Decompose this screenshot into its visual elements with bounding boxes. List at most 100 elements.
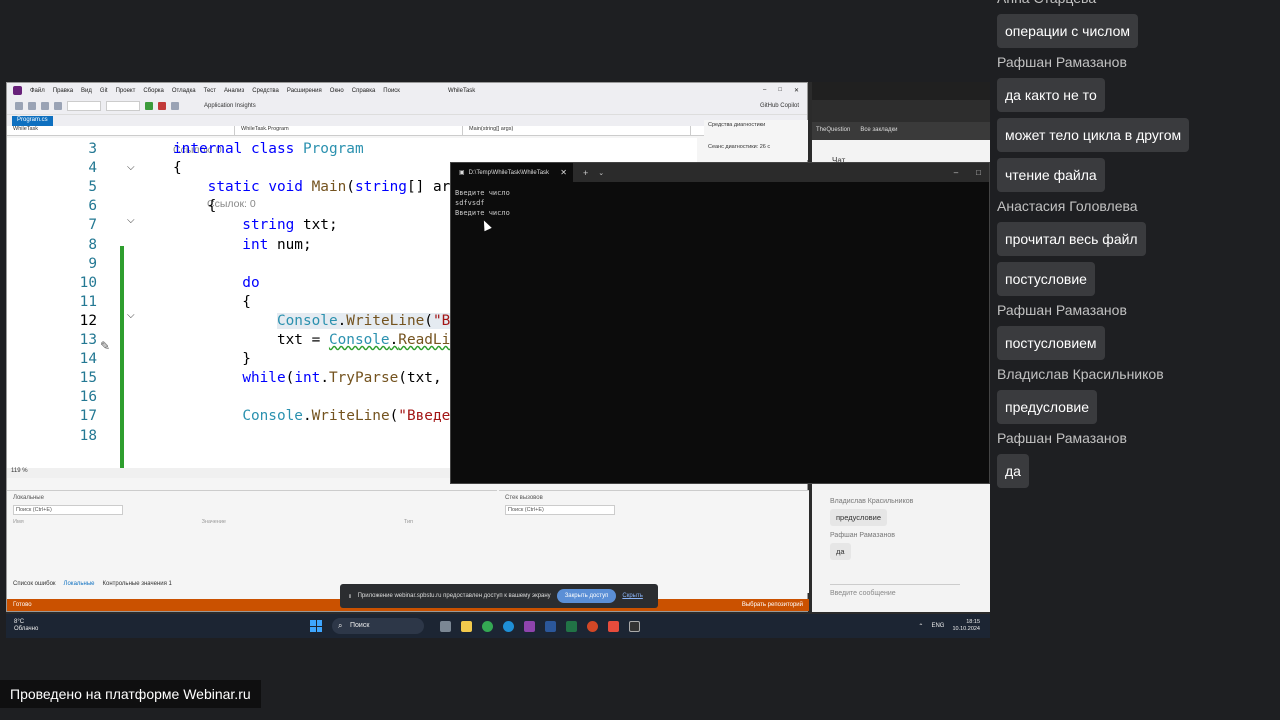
restart-icon[interactable] [171,102,179,110]
terminal-window[interactable]: ▣ D:\Temp\WhileTask\WhileTask ✕ + ⌄ – □ В… [450,162,990,484]
tab-locals[interactable]: Локальные [64,581,95,593]
menu-item[interactable]: Сборка [143,88,164,94]
weather-widget[interactable]: 8°C Облачно [14,619,74,633]
terminal-app-icon[interactable] [629,620,640,632]
code-text: Console.WriteLine("Введе [173,407,450,426]
save-icon[interactable] [41,102,49,110]
pdf-icon[interactable] [608,620,619,632]
edge-icon[interactable] [503,620,514,632]
menu-item[interactable]: Вид [81,88,92,94]
menu-item[interactable]: Расширения [287,88,322,94]
menu-item[interactable]: Поиск [383,88,400,94]
minimize-icon[interactable]: – [954,168,958,177]
zoom-level[interactable]: 119 % [11,468,28,474]
vs-window-controls[interactable]: – □ ✕ [763,87,799,94]
bookmark-item[interactable]: TheQuestion [816,127,850,135]
chat-message-bubble: может тело цикла в другом [997,118,1190,152]
bookmarks-all[interactable]: Все закладки [860,127,897,135]
stop-icon[interactable] [158,102,166,110]
terminal-output[interactable]: Введите число sdfvsdf Введите число [451,182,989,224]
line-number: 17 [79,408,97,425]
nav-project[interactable]: WhileTask [7,126,235,135]
callstack-search-input[interactable]: Поиск (Ctrl+E) [505,505,615,515]
back-icon[interactable] [15,102,23,110]
chat-message-bubble: операции с числом [997,14,1139,48]
excel-icon[interactable] [566,620,577,632]
code-text: { [173,197,217,216]
tray-chevron-icon[interactable]: ⌃ [918,623,923,630]
menu-item[interactable]: Средства [252,88,279,94]
fold-icon[interactable]: ⌵ [127,162,135,173]
nav-member[interactable]: Main(string[] args) [463,126,691,135]
clock[interactable]: 18:15 10.10.2024 [952,619,980,633]
code-token: class [250,141,303,157]
menu-item[interactable]: Тест [204,88,216,94]
chevron-down-icon[interactable]: ⌄ [598,169,604,177]
chat-author-name: Рафшан Рамазанов [997,54,1127,70]
terminal-tab[interactable]: ▣ D:\Temp\WhileTask\WhileTask ✕ [451,163,573,182]
menu-item[interactable]: Git [100,88,108,94]
forward-icon[interactable] [28,102,36,110]
code-token: . [302,408,312,425]
copilot-button[interactable]: GitHub Copilot [760,103,799,109]
word-icon[interactable] [545,620,556,632]
taskbar-apps [440,620,640,632]
chrome-icon[interactable] [482,620,493,632]
continue-icon[interactable] [145,102,153,110]
close-icon[interactable]: ✕ [794,87,799,94]
visual-studio-icon[interactable] [524,620,535,632]
code-token: ReadLi [398,332,451,348]
code-token: num; [276,236,312,253]
task-view-icon[interactable] [440,620,451,632]
menu-item[interactable]: Проект [116,88,136,94]
menu-item[interactable]: Анализ [224,88,244,94]
code-line[interactable]: 3 internal class Program [7,140,697,159]
maximize-icon[interactable]: □ [976,168,981,177]
menu-item[interactable]: Отладка [172,88,196,94]
explorer-icon[interactable] [461,620,472,632]
minimize-icon[interactable]: – [763,87,766,94]
tab-program-cs[interactable]: Program.cs [12,116,53,126]
config-select[interactable] [67,101,101,111]
document-tabs: Program.cs [7,115,807,126]
code-text: do [173,274,259,293]
line-number: 7 [88,217,97,234]
menu-item[interactable]: Файл [30,88,45,94]
windows-start-icon[interactable] [310,620,322,632]
fold-icon[interactable]: ⌵ [127,215,135,226]
app-insights-button[interactable]: Application Insights [204,103,256,109]
menu-item[interactable]: Справка [352,88,376,94]
select-repo-button[interactable]: Выбрать репозиторий [742,602,803,608]
browser-message-input[interactable]: Введите сообщение [830,584,960,602]
code-token: ( [285,370,295,387]
line-number: 6 [88,198,97,215]
undo-icon[interactable] [54,102,62,110]
code-text: int num; [173,236,312,255]
tab-error-list[interactable]: Список ошибок [13,581,56,593]
menu-item[interactable]: Правка [53,88,73,94]
chat-author: Рафшан Рамазанов [830,532,895,539]
maximize-icon[interactable]: □ [778,87,782,94]
lang-indicator[interactable]: ENG [931,623,944,629]
menu-item[interactable]: Окно [330,88,344,94]
code-text: static void Main(string[] ar [173,178,451,197]
taskbar-search[interactable]: ⌕ Поиск [332,618,424,634]
tab-watch[interactable]: Контрольные значения 1 [103,581,172,593]
chat-message-bubble: предусловие [997,390,1098,424]
platform-select[interactable] [106,101,140,111]
status-ready: Готово [13,602,32,608]
quick-actions-icon[interactable]: ✎ [100,339,110,353]
new-tab-icon[interactable]: + [583,168,588,178]
powerpoint-icon[interactable] [587,620,598,632]
fold-icon[interactable]: ⌵ [127,310,135,321]
terminal-window-controls[interactable]: – □ [954,168,981,177]
line-number: 12 [79,312,97,329]
hide-link[interactable]: Скрыть [622,593,642,599]
close-tab-icon[interactable]: ✕ [560,168,567,177]
nav-class[interactable]: WhileTask.Program [235,126,463,135]
code-text: } [173,350,251,369]
locals-search-input[interactable]: Поиск (Ctrl+E) [13,505,123,515]
line-number: 9 [88,255,97,272]
stop-sharing-button[interactable]: Закрыть доступ [556,589,617,603]
